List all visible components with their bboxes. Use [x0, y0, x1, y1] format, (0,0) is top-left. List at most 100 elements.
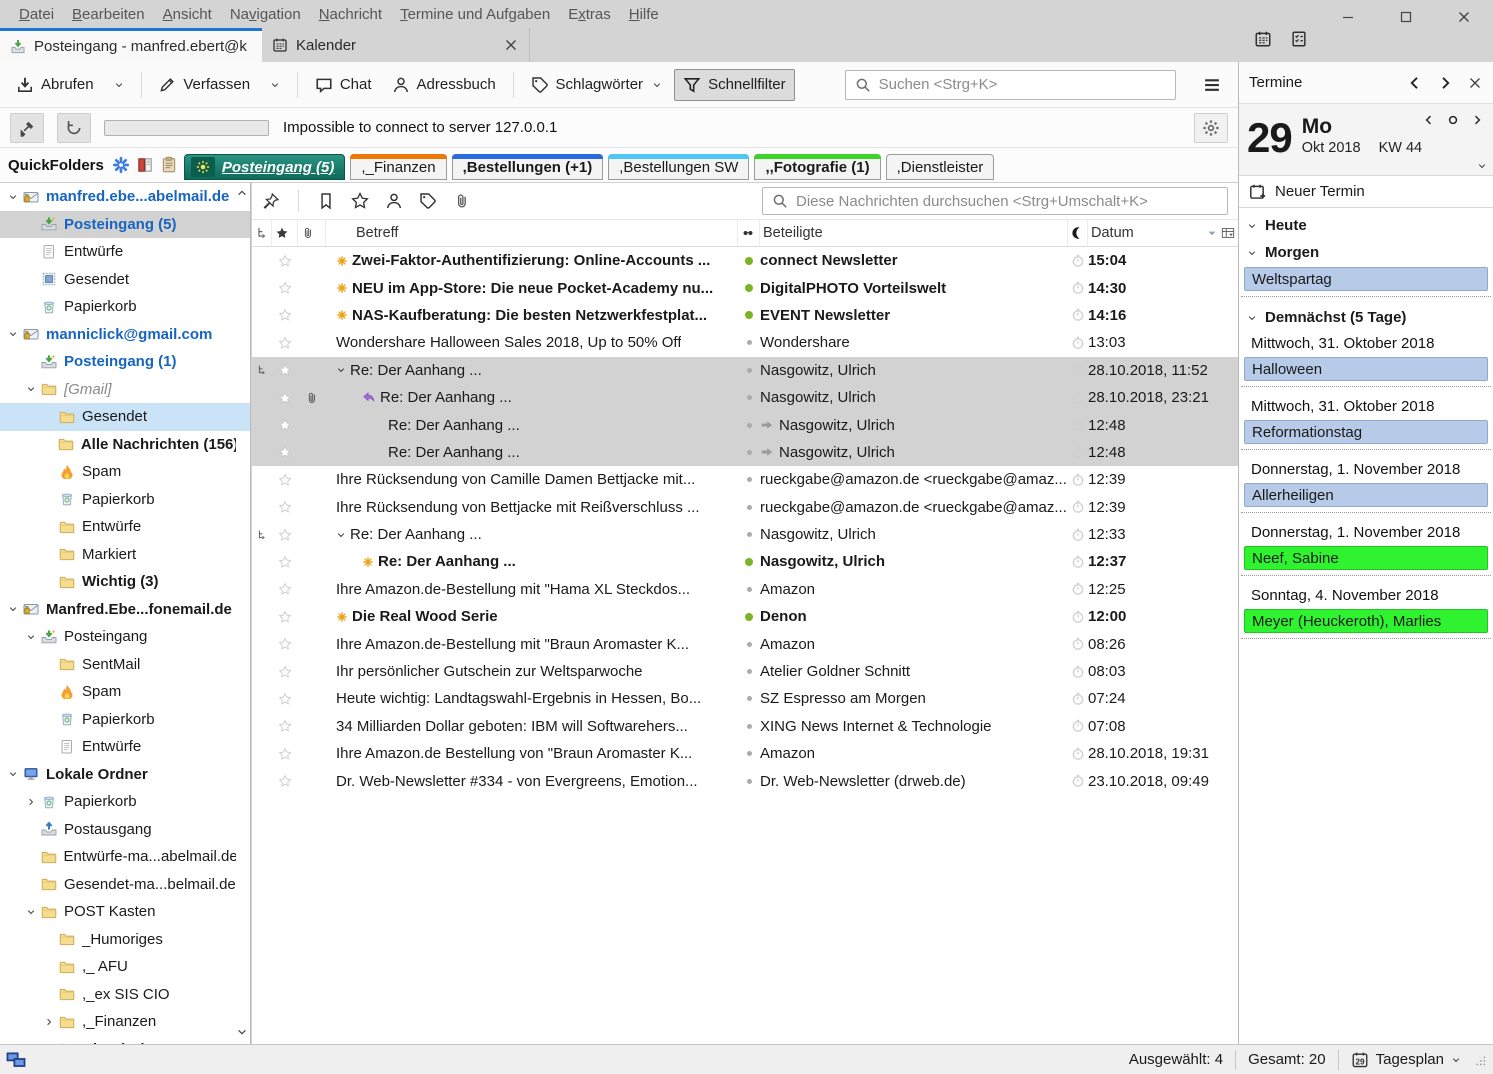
- star-toggle-icon[interactable]: [278, 719, 292, 733]
- twisty-icon[interactable]: [44, 1017, 54, 1027]
- tags-button[interactable]: Schlagwörter: [523, 70, 671, 100]
- menu-extras[interactable]: Extras: [559, 2, 620, 27]
- twisty-icon[interactable]: [26, 797, 36, 807]
- subject-column-header[interactable]: Betreff: [326, 220, 738, 246]
- quickfolder-tab[interactable]: ,Bestellungen (+1): [452, 154, 604, 180]
- addressbook-button[interactable]: Adressbuch: [384, 70, 504, 100]
- read-dot[interactable]: [747, 696, 752, 701]
- today-icon[interactable]: [1447, 114, 1459, 126]
- spam-column-header[interactable]: [1068, 220, 1088, 246]
- folder-row[interactable]: Lokale Ordner: [0, 761, 250, 789]
- event-item[interactable]: Reformationstag: [1244, 420, 1488, 444]
- folder-row[interactable]: Entwürfe: [0, 238, 250, 266]
- folder-row[interactable]: Papierkorb: [0, 706, 250, 734]
- menu-nachricht[interactable]: Nachricht: [310, 2, 391, 27]
- read-dot[interactable]: [747, 642, 752, 647]
- message-row[interactable]: Ihr persönlicher Gutschein zur Weltsparw…: [252, 658, 1238, 685]
- open-calendar-icon[interactable]: [1254, 30, 1272, 48]
- unread-dot[interactable]: [745, 311, 753, 319]
- resize-grip[interactable]: [1473, 1053, 1487, 1067]
- folder-row[interactable]: Entwürfe: [0, 733, 250, 761]
- thread-twisty-icon[interactable]: [336, 530, 346, 540]
- folder-row[interactable]: Postausgang: [0, 816, 250, 844]
- star-toggle-icon[interactable]: [278, 308, 292, 322]
- read-dot[interactable]: [747, 340, 752, 345]
- menu-navigation[interactable]: Navigation: [221, 2, 310, 27]
- folder-row[interactable]: Posteingang (5): [0, 211, 250, 239]
- read-dot[interactable]: [747, 423, 752, 428]
- twisty-icon[interactable]: [26, 632, 36, 642]
- read-column-header[interactable]: [738, 220, 760, 246]
- star-toggle-icon[interactable]: [278, 692, 292, 706]
- contact-filter-icon[interactable]: [385, 192, 403, 210]
- event-item[interactable]: Weltspartag: [1244, 267, 1488, 291]
- folder-row[interactable]: Kino (58): [0, 1036, 250, 1045]
- event-item[interactable]: Allerheiligen: [1244, 483, 1488, 507]
- unread-dot[interactable]: [745, 613, 753, 621]
- section-collapse-icon[interactable]: [1247, 221, 1257, 231]
- message-row[interactable]: Ihre Rücksendung von Camille Damen Bettj…: [252, 466, 1238, 493]
- refresh-button[interactable]: [57, 113, 91, 143]
- participants-column-header[interactable]: Beteiligte: [760, 220, 1068, 246]
- quickfolder-tab[interactable]: Posteingang (5): [184, 154, 346, 180]
- chat-button[interactable]: Chat: [307, 70, 380, 100]
- star-toggle-icon[interactable]: [278, 336, 292, 350]
- menu-bearbeiten[interactable]: Bearbeiten: [63, 2, 154, 27]
- get-messages-button[interactable]: Abrufen: [8, 70, 102, 100]
- twisty-icon[interactable]: [8, 329, 18, 339]
- folder-row[interactable]: POST Kasten: [0, 898, 250, 926]
- folder-row[interactable]: _Humoriges: [0, 926, 250, 954]
- folder-row[interactable]: Wichtig (3): [0, 568, 250, 596]
- folder-row[interactable]: Alle Nachrichten (156): [0, 431, 250, 459]
- star-toggle-icon[interactable]: [278, 610, 292, 624]
- agenda-section-header[interactable]: Heute: [1239, 212, 1493, 239]
- menu-hilfe[interactable]: Hilfe: [620, 2, 668, 27]
- quickfolder-tab[interactable]: ,Bestellungen SW: [608, 154, 749, 180]
- scroll-down-icon[interactable]: [236, 1026, 248, 1038]
- message-row[interactable]: Heute wichtig: Landtagswahl-Ergebnis in …: [252, 685, 1238, 712]
- tab-mail[interactable]: Posteingang - manfred.ebert@k: [0, 28, 262, 62]
- unread-dot[interactable]: [745, 284, 753, 292]
- quickfolders-settings-icon[interactable]: [112, 156, 130, 174]
- unread-dot[interactable]: [745, 257, 753, 265]
- read-dot[interactable]: [747, 779, 752, 784]
- star-toggle-icon[interactable]: [278, 500, 292, 514]
- global-search-input[interactable]: [879, 76, 1166, 93]
- section-collapse-icon[interactable]: [1247, 248, 1257, 258]
- folder-row[interactable]: Spam: [0, 458, 250, 486]
- star-toggle-icon[interactable]: [278, 391, 292, 405]
- read-dot[interactable]: [747, 669, 752, 674]
- menu-ansicht[interactable]: Ansicht: [154, 2, 221, 27]
- tab-calendar[interactable]: Kalender: [262, 28, 530, 62]
- message-row[interactable]: Re: Der Aanhang ...Nasgowitz, Ulrich12:3…: [252, 548, 1238, 575]
- star-toggle-icon[interactable]: [278, 528, 292, 542]
- folder-row[interactable]: Papierkorb: [0, 293, 250, 321]
- message-row[interactable]: Dr. Web-Newsletter #334 - von Evergreens…: [252, 767, 1238, 794]
- menu-termine-und-aufgaben[interactable]: Termine und Aufgaben: [391, 2, 559, 27]
- twisty-icon[interactable]: [26, 907, 36, 917]
- folder-row[interactable]: Gesendet-ma...belmail.de: [0, 871, 250, 899]
- message-filter-input[interactable]: [796, 193, 1218, 210]
- app-menu-button[interactable]: [1194, 70, 1230, 100]
- star-toggle-icon[interactable]: [278, 582, 292, 596]
- folder-row[interactable]: Papierkorb: [0, 486, 250, 514]
- date-column-header[interactable]: Datum: [1088, 220, 1238, 246]
- twisty-icon[interactable]: [8, 192, 18, 202]
- star-toggle-icon[interactable]: [278, 555, 292, 569]
- menu-datei[interactable]: Datei: [10, 2, 63, 27]
- chevron-down-icon[interactable]: [1477, 161, 1487, 171]
- message-row[interactable]: NEU im App-Store: Die neue Pocket-Academ…: [252, 274, 1238, 301]
- thread-column-header[interactable]: [252, 220, 272, 246]
- quickfolders-clipboard-icon[interactable]: [160, 156, 178, 174]
- star-toggle-icon[interactable]: [278, 281, 292, 295]
- quickfolders-book-icon[interactable]: [136, 156, 154, 174]
- message-row[interactable]: NAS-Kaufberatung: Die besten Netzwerkfes…: [252, 302, 1238, 329]
- read-dot[interactable]: [747, 587, 752, 592]
- connection-button[interactable]: [10, 113, 44, 143]
- attachment-column-header[interactable]: [298, 220, 326, 246]
- close-pane-icon[interactable]: [1467, 75, 1483, 91]
- star-toggle-icon[interactable]: [278, 473, 292, 487]
- sticky-filter-icon[interactable]: [262, 192, 280, 210]
- folder-row[interactable]: Papierkorb: [0, 788, 250, 816]
- agenda-section-header[interactable]: Demnächst (5 Tage): [1239, 304, 1493, 331]
